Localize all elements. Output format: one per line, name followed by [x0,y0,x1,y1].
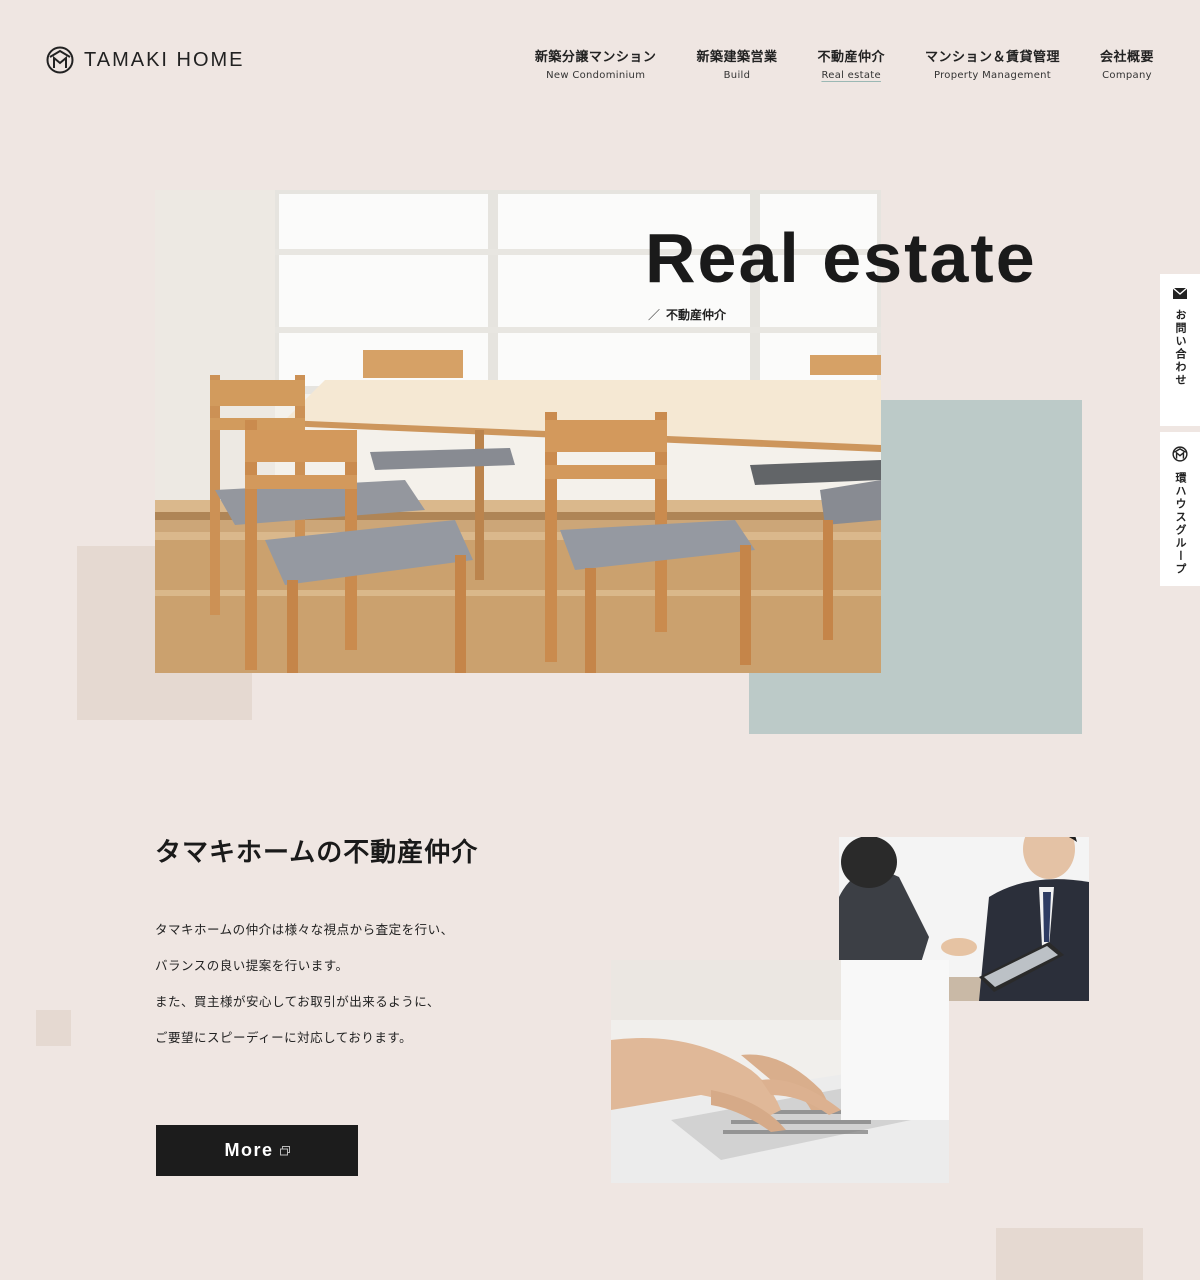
logo[interactable]: TAMAKI HOME [46,46,245,74]
tamaki-logo-icon [46,46,74,74]
nav-item-property-management[interactable]: マンション＆賃貸管理 Property Management [925,46,1060,81]
side-tab-contact-label: お問い合わせ [1174,309,1187,387]
decorative-block [36,1010,71,1046]
mail-icon [1173,288,1187,299]
nav-label-jp: 会社概要 [1099,50,1154,65]
nav-item-new-condominium[interactable]: 新築分譲マンション New Condominium [535,46,657,81]
external-link-icon [279,1145,290,1155]
tamaki-logo-icon [1172,446,1188,462]
nav-label-en: Property Management [933,70,1052,81]
nav-label-en: Company [1102,70,1152,81]
more-button[interactable]: More [156,1125,358,1176]
section-body: タマキホームの仲介は様々な視点から査定を行い、 バランスの良い提案を行います。 … [155,920,454,1064]
nav-label-en: Real estate [821,70,881,81]
side-tab-group-label: 環ハウスグループ [1174,472,1187,576]
subtitle-text: 不動産仲介 [666,308,727,322]
nav-label-jp: マンション＆賃貸管理 [924,50,1060,65]
body-line: ご要望にスピーディーに対応しております。 [155,1030,413,1045]
nav-item-company[interactable]: 会社概要 Company [1100,46,1154,81]
subtitle-slash: ／ [648,308,661,322]
photo-typing-laptop [611,960,949,1183]
body-line: タマキホームの仲介は様々な視点から査定を行い、 [155,922,454,937]
side-tab-contact[interactable]: お問い合わせ [1160,274,1200,426]
body-line: また、買主様が安心してお取引が出来るように、 [155,994,440,1009]
nav-label-en: New Condominium [546,70,646,81]
main-nav: 新築分譲マンション New Condominium 新築建築営業 Build 不… [535,46,1154,81]
page-subtitle: ／ 不動産仲介 [648,306,726,323]
section-title: タマキホームの不動産仲介 [155,838,479,868]
logo-text: TAMAKI HOME [84,48,245,71]
side-tab-group[interactable]: 環ハウスグループ [1160,432,1200,586]
nav-label-jp: 不動産仲介 [817,50,885,65]
nav-label-jp: 新築分譲マンション [534,50,657,65]
nav-item-build[interactable]: 新築建築営業 Build [696,46,777,81]
page-title: Real estate [645,219,1037,297]
decorative-block [996,1228,1143,1280]
body-line: バランスの良い提案を行います。 [155,958,349,973]
nav-label-jp: 新築建築営業 [696,50,778,65]
more-button-label: More [224,1140,274,1160]
nav-item-real-estate[interactable]: 不動産仲介 Real estate [817,46,885,81]
nav-label-en: Build [723,70,751,81]
